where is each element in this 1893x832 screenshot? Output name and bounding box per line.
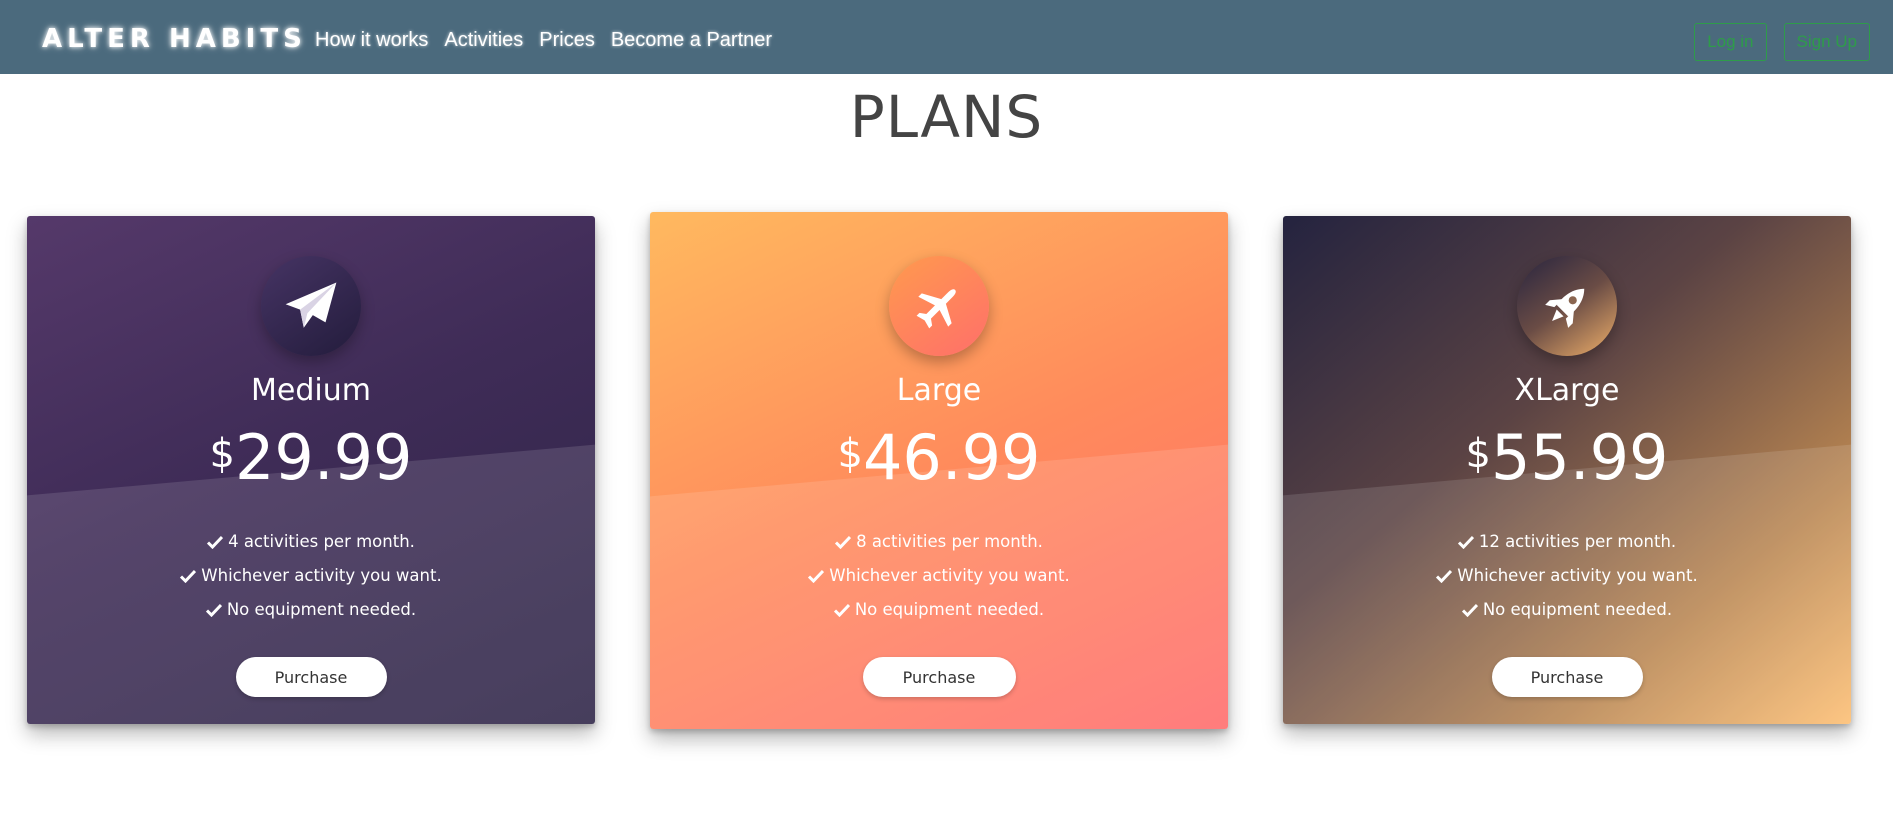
airplane-icon [889, 256, 989, 356]
feature-item: Whichever activity you want. [1283, 559, 1851, 593]
plan-price: $46.99 [650, 425, 1228, 507]
feature-item: 8 activities per month. [650, 525, 1228, 559]
check-icon [808, 569, 825, 583]
price-amount: 55.99 [1490, 421, 1669, 494]
plan-name: XLarge [1514, 373, 1620, 408]
main-nav: How it works Activities Prices Become a … [315, 30, 772, 50]
feature-item: No equipment needed. [1283, 593, 1851, 627]
price-amount: 46.99 [862, 421, 1041, 494]
nav-link-activities[interactable]: Activities [444, 30, 523, 50]
purchase-button-xlarge[interactable]: Purchase [1491, 657, 1643, 697]
check-icon [207, 535, 224, 549]
feature-item: Whichever activity you want. [650, 559, 1228, 593]
auth-buttons: Log in Sign Up [1694, 23, 1870, 61]
feature-text: No equipment needed. [854, 600, 1045, 619]
plan-price: $29.99 [27, 425, 595, 507]
feature-text: Whichever activity you want. [829, 566, 1070, 585]
rocket-icon [1517, 256, 1617, 356]
paper-plane-icon [261, 256, 361, 356]
page-title: PLANS [849, 83, 1044, 151]
price-amount: 29.99 [234, 421, 413, 494]
feature-item: No equipment needed. [27, 593, 595, 627]
check-icon [1457, 535, 1474, 549]
check-icon [180, 569, 197, 583]
feature-list: 12 activities per month. Whichever activ… [1283, 525, 1851, 627]
feature-list: 4 activities per month. Whichever activi… [27, 525, 595, 627]
price-currency: $ [209, 431, 235, 477]
feature-text: Whichever activity you want. [201, 566, 442, 585]
check-icon [1461, 603, 1478, 617]
feature-text: 4 activities per month. [228, 532, 415, 551]
nav-link-prices[interactable]: Prices [539, 30, 595, 50]
plan-price: $55.99 [1283, 425, 1851, 507]
purchase-button-medium[interactable]: Purchase [235, 657, 387, 697]
brand-logo[interactable]: ALTER HABITS [42, 26, 307, 52]
nav-link-become-partner[interactable]: Become a Partner [611, 30, 772, 50]
feature-text: No equipment needed. [1482, 600, 1673, 619]
feature-text: 8 activities per month. [856, 532, 1043, 551]
plan-card-medium: Medium $29.99 4 activities per month. Wh… [27, 216, 595, 724]
login-button[interactable]: Log in [1694, 23, 1767, 61]
plan-name: Medium [251, 373, 371, 408]
price-currency: $ [1465, 431, 1491, 477]
feature-text: Whichever activity you want. [1457, 566, 1698, 585]
feature-text: 12 activities per month. [1478, 532, 1677, 551]
feature-item: No equipment needed. [650, 593, 1228, 627]
feature-list: 8 activities per month. Whichever activi… [650, 525, 1228, 627]
feature-item: Whichever activity you want. [27, 559, 595, 593]
check-icon [835, 535, 852, 549]
feature-text: No equipment needed. [226, 600, 417, 619]
price-currency: $ [837, 431, 863, 477]
check-icon [1436, 569, 1453, 583]
signup-button[interactable]: Sign Up [1783, 23, 1870, 61]
check-icon [833, 603, 850, 617]
feature-item: 12 activities per month. [1283, 525, 1851, 559]
feature-item: 4 activities per month. [27, 525, 595, 559]
purchase-button-large[interactable]: Purchase [862, 657, 1016, 697]
check-icon [205, 603, 222, 617]
nav-link-how-it-works[interactable]: How it works [315, 30, 428, 50]
plan-name: Large [896, 373, 982, 408]
top-navbar: ALTER HABITS How it works Activities Pri… [0, 0, 1893, 74]
plan-card-large: Large $46.99 8 activities per month. Whi… [650, 212, 1228, 729]
plan-card-xlarge: XLarge $55.99 12 activities per month. W… [1283, 216, 1851, 724]
